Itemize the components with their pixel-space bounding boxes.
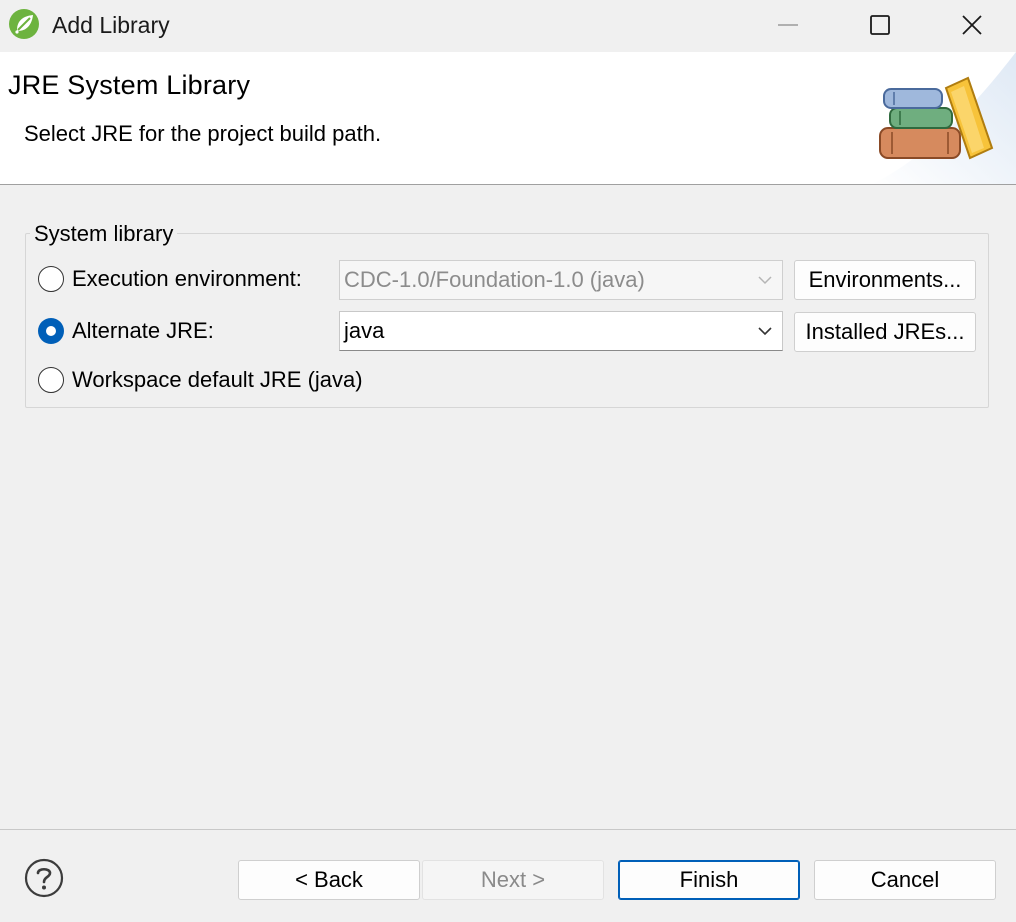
help-question-icon[interactable] xyxy=(24,858,64,898)
maximize-button[interactable] xyxy=(834,0,926,50)
radio-workspace-default-jre[interactable]: Workspace default JRE (java) xyxy=(38,367,363,393)
close-icon xyxy=(962,15,982,35)
page-title: JRE System Library xyxy=(8,70,251,100)
radio-execution-environment[interactable]: Execution environment: xyxy=(38,266,302,292)
footer-divider xyxy=(0,829,1016,830)
maximize-icon xyxy=(870,15,890,35)
combo-value: CDC-1.0/Foundation-1.0 (java) xyxy=(344,267,645,292)
radio-button[interactable] xyxy=(38,266,64,292)
radio-label: Alternate JRE: xyxy=(72,318,214,343)
execution-environment-combo: CDC-1.0/Foundation-1.0 (java) xyxy=(339,260,783,300)
radio-alternate-jre[interactable]: Alternate JRE: xyxy=(38,318,214,344)
library-books-icon xyxy=(872,52,1016,184)
next-button: Next > xyxy=(422,860,604,900)
alternate-jre-combo[interactable]: java xyxy=(339,311,783,351)
minimize-button[interactable] xyxy=(742,0,834,50)
wizard-header: JRE System Library Select JRE for the pr… xyxy=(0,52,1016,185)
minimize-icon xyxy=(778,24,798,26)
finish-button[interactable]: Finish xyxy=(618,860,800,900)
radio-label: Execution environment: xyxy=(72,266,302,291)
title-bar: Add Library xyxy=(0,0,1016,52)
radio-label: Workspace default JRE (java) xyxy=(72,367,363,392)
cancel-button[interactable]: Cancel xyxy=(814,860,996,900)
back-button[interactable]: < Back xyxy=(238,860,420,900)
page-description: Select JRE for the project build path. xyxy=(24,121,382,146)
group-legend: System library xyxy=(30,221,178,247)
window-title: Add Library xyxy=(52,12,170,38)
radio-button[interactable] xyxy=(38,367,64,393)
installed-jres-button[interactable]: Installed JREs... xyxy=(794,312,976,352)
spring-leaf-icon xyxy=(9,9,39,39)
chevron-down-icon xyxy=(758,327,772,336)
chevron-down-icon xyxy=(758,276,772,285)
radio-button-checked[interactable] xyxy=(38,318,64,344)
environments-button[interactable]: Environments... xyxy=(794,260,976,300)
close-button[interactable] xyxy=(926,0,1016,50)
combo-value: java xyxy=(344,318,385,343)
